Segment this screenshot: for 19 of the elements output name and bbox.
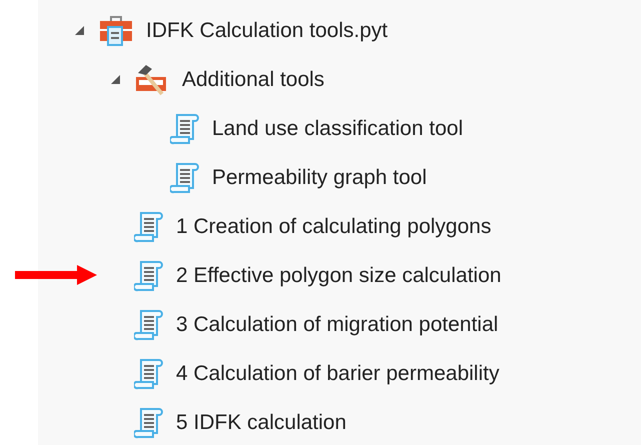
script-icon: [134, 258, 164, 292]
tool-name[interactable]: 1 Creation of calculating polygons: [176, 214, 492, 238]
tool-name[interactable]: 4 Calculation of barier permeability: [176, 362, 500, 386]
tool-name[interactable]: Permeability graph tool: [212, 166, 427, 190]
toolbox-name[interactable]: Additional tools: [182, 68, 324, 92]
script-icon: [134, 308, 164, 342]
toolbox-name[interactable]: IDFK Calculation tools.pyt: [146, 18, 388, 42]
tool-name[interactable]: 5 IDFK calculation: [176, 410, 346, 434]
script-icon: [134, 406, 164, 440]
script-icon: [170, 112, 200, 146]
tool-name[interactable]: Land use classification tool: [212, 116, 463, 140]
script-icon: [134, 356, 164, 390]
tool-name[interactable]: 2 Effective polygon size calculation: [176, 264, 502, 288]
script-icon: [170, 160, 200, 194]
tool-name[interactable]: 3 Calculation of migration potential: [176, 312, 498, 336]
toolbox-icon: [98, 14, 134, 48]
collapse-icon[interactable]: [110, 74, 121, 85]
script-icon: [134, 210, 164, 244]
collapse-icon[interactable]: [74, 25, 85, 36]
